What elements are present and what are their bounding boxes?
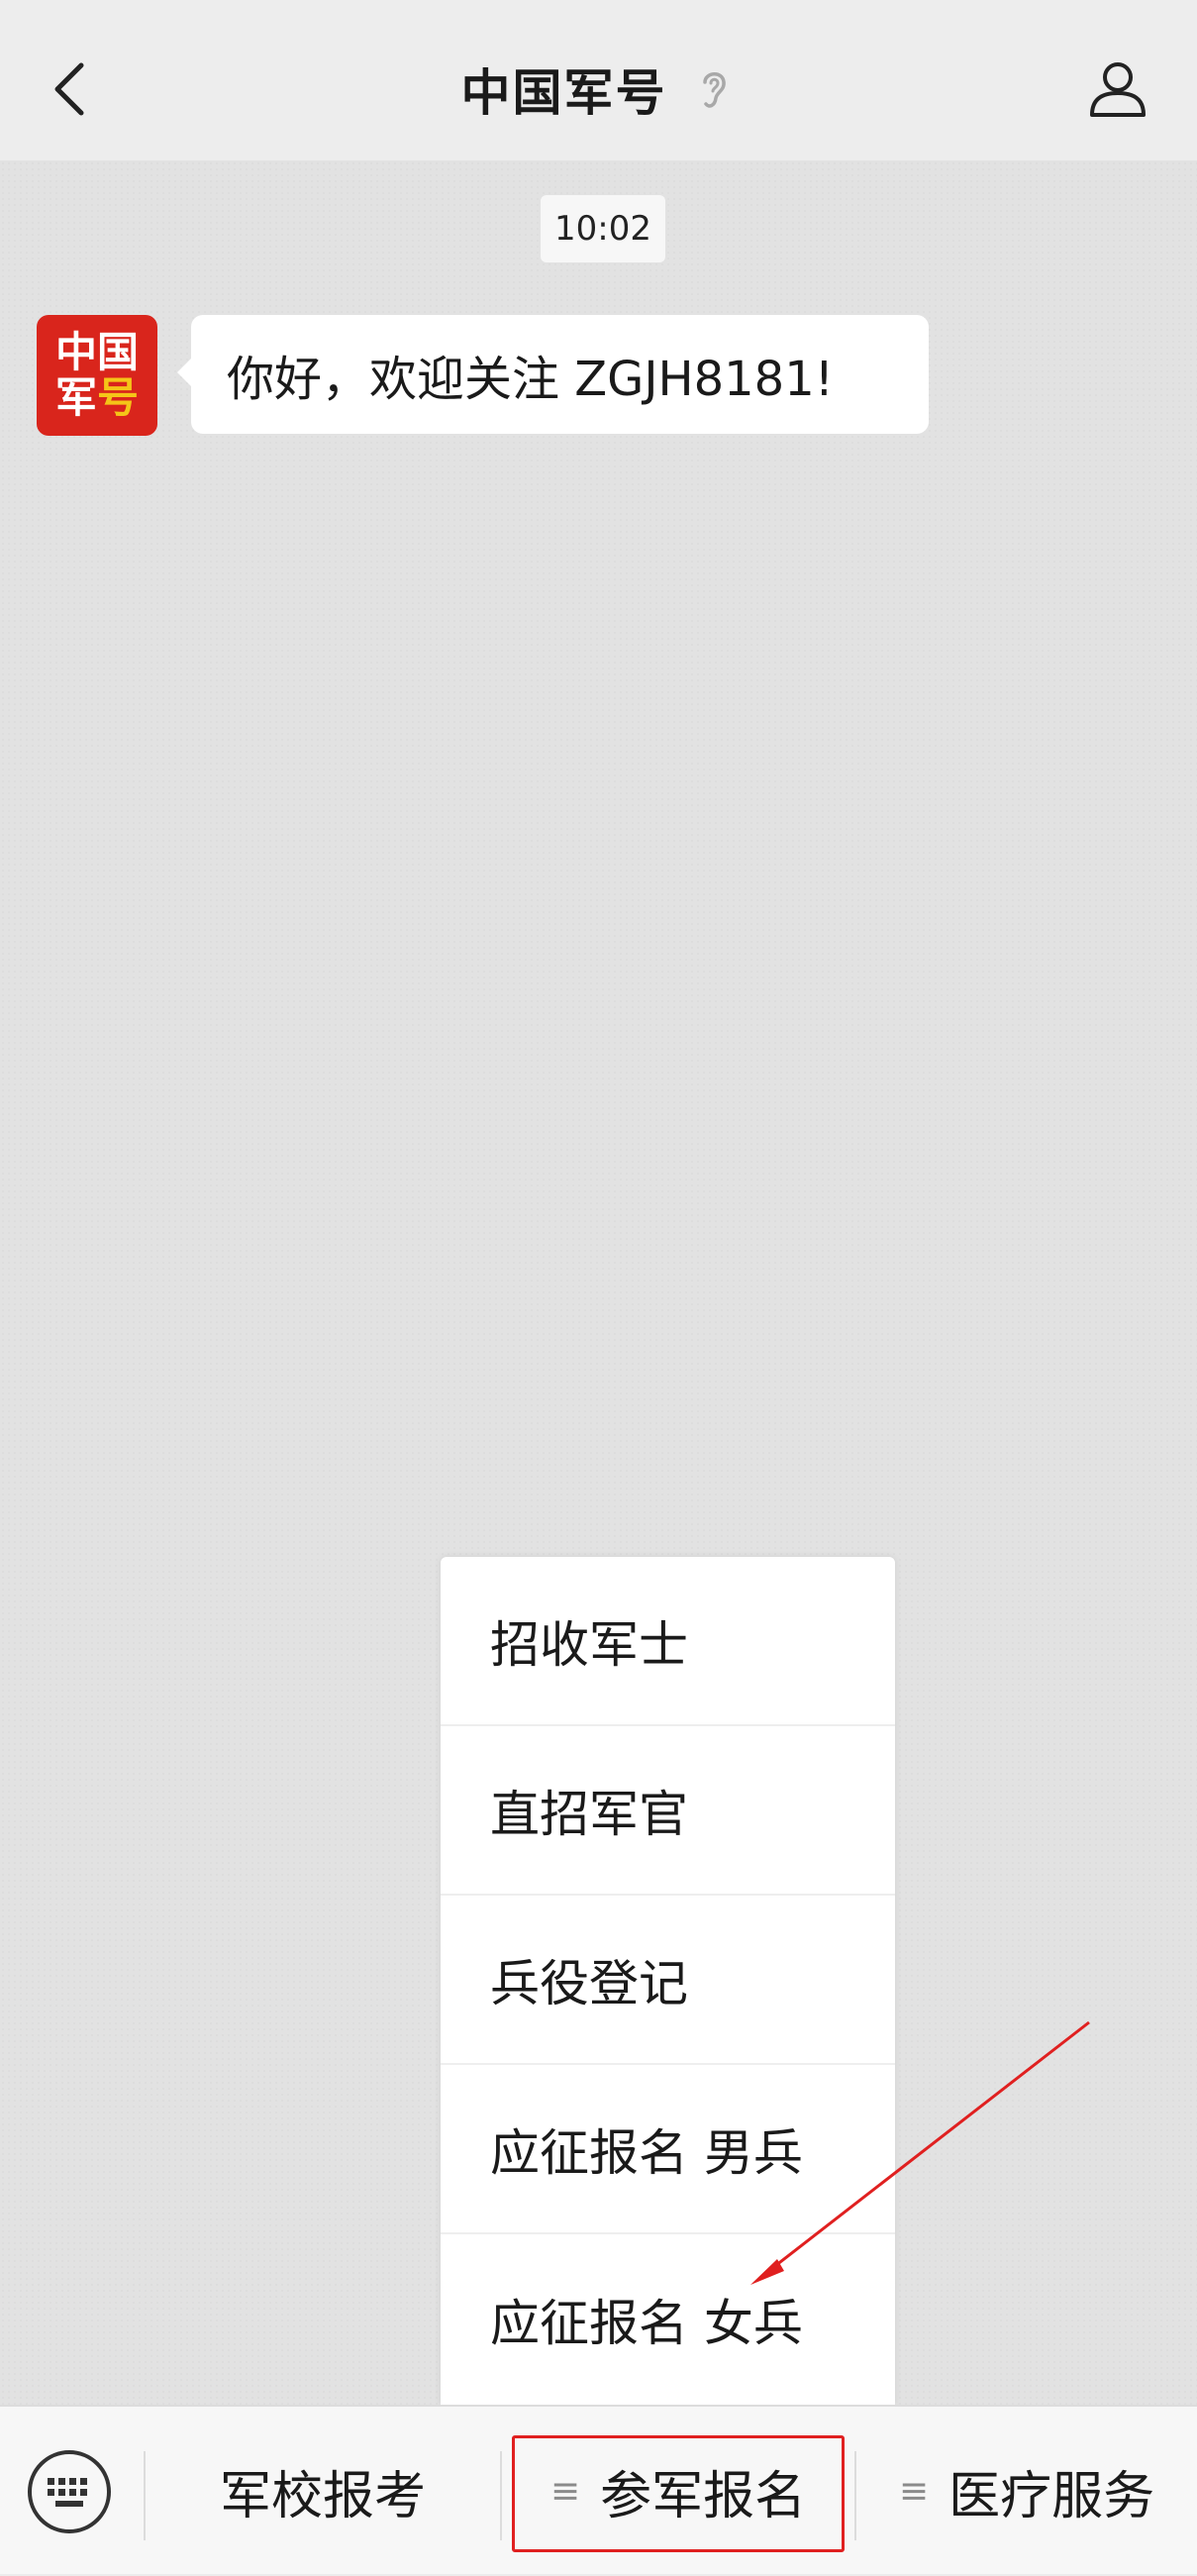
menu-medical-service[interactable]: ≡ 医疗服务 [856, 2407, 1197, 2576]
submenu-item-direct-officer[interactable]: 直招军官 [441, 1726, 895, 1896]
message-text: 你好，欢迎关注 ZGJH8181! [227, 352, 834, 407]
profile-button[interactable] [1078, 45, 1157, 134]
menu-military-academy[interactable]: 军校报考 [146, 2407, 500, 2576]
submenu-item-recruit-nco[interactable]: 招收军士 [441, 1557, 895, 1726]
person-icon [1090, 62, 1146, 117]
avatar-char-white: 军 [54, 373, 97, 422]
avatar-line-1: 中国 [54, 328, 139, 376]
header-bar: 中国军号 [0, 0, 1197, 160]
message-bubble[interactable]: 你好，欢迎关注 ZGJH8181! [177, 315, 929, 434]
avatar-char-yellow: 号 [97, 373, 140, 422]
submenu-item-service-registration[interactable]: 兵役登记 [441, 1896, 895, 2065]
menu-list-icon: ≡ [898, 2471, 930, 2512]
ear-icon [697, 64, 737, 114]
account-avatar[interactable]: 中国 军号 [37, 315, 157, 436]
title-group: 中国军号 [0, 50, 1197, 129]
menu-label: 军校报考 [219, 2467, 426, 2526]
page-title: 中国军号 [460, 64, 667, 122]
highlight-box [512, 2435, 845, 2552]
menu-label: 医疗服务 [948, 2467, 1155, 2526]
avatar-line-2: 军号 [55, 375, 139, 421]
message-timestamp: 10:02 [541, 195, 665, 262]
submenu-popup: 招收军士 直招军官 兵役登记 应征报名 男兵 应征报名 女兵 [441, 1557, 895, 2405]
submenu-item-enlist-male[interactable]: 应征报名 男兵 [441, 2065, 895, 2234]
keyboard-icon[interactable] [24, 2446, 115, 2537]
submenu-item-enlist-female[interactable]: 应征报名 女兵 [441, 2234, 895, 2404]
